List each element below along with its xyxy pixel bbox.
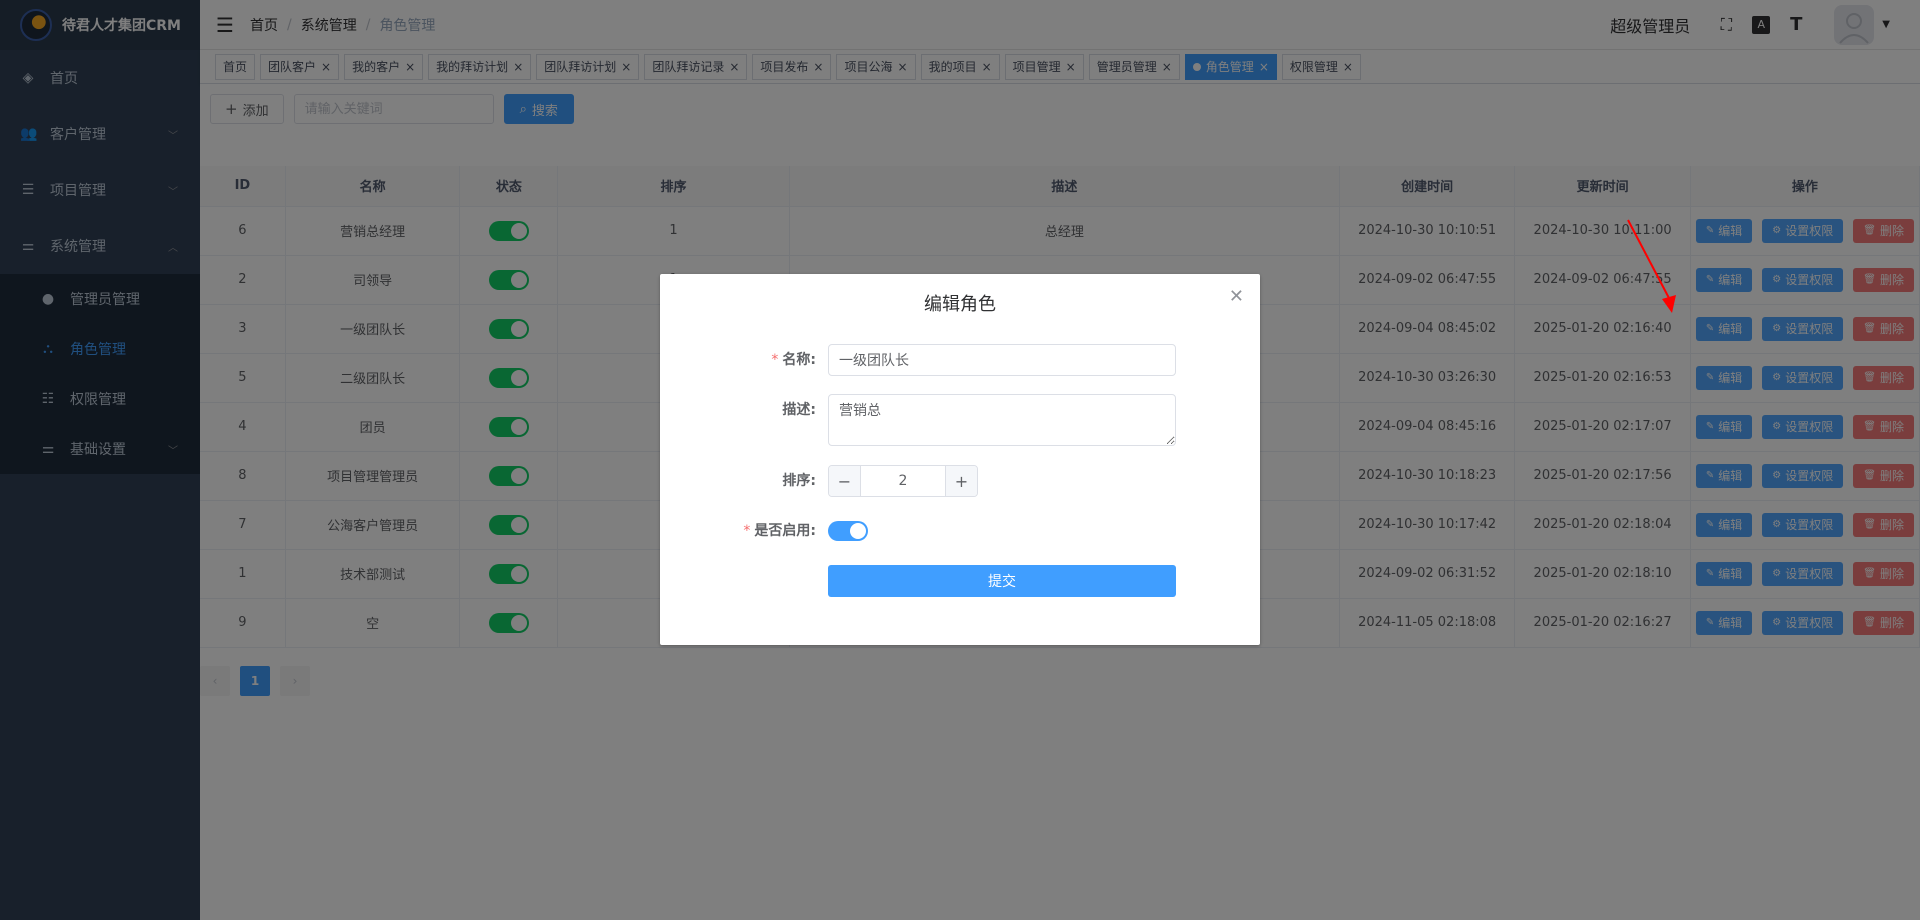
name-label: 名称:	[782, 352, 816, 368]
enabled-label: 是否启用:	[754, 523, 816, 539]
form-label: 排序:	[660, 465, 828, 497]
enabled-toggle[interactable]	[828, 521, 868, 541]
dialog-title: 编辑角色	[924, 294, 996, 315]
form-label: 描述:	[660, 394, 828, 426]
sort-value[interactable]: 2	[861, 466, 945, 496]
edit-role-dialog: 编辑角色 ✕ *名称: 描述: 营销总 排序: − 2 + *是否启用: 提交	[660, 274, 1260, 645]
desc-label: 描述:	[782, 402, 816, 418]
decrement-button[interactable]: −	[829, 466, 861, 496]
required-mark: *	[743, 523, 751, 539]
required-mark: *	[771, 352, 779, 368]
form-row-submit: 提交	[660, 565, 1260, 597]
form-row-enabled: * 是否启用:	[660, 515, 1260, 547]
form-row-desc: 描述: 营销总	[660, 394, 1260, 446]
annotation-arrow-icon	[1627, 219, 1676, 313]
form-label: * 名称:	[660, 344, 828, 376]
close-icon[interactable]: ✕	[1229, 286, 1244, 307]
submit-button[interactable]: 提交	[828, 565, 1176, 597]
form-label: * 是否启用:	[660, 515, 828, 547]
sort-stepper: − 2 +	[828, 465, 978, 497]
form-row-sort: 排序: − 2 +	[660, 465, 1260, 497]
description-field[interactable]: 营销总	[828, 394, 1176, 446]
sort-label: 排序:	[782, 473, 816, 489]
increment-button[interactable]: +	[945, 466, 977, 496]
form-row-name: * 名称:	[660, 344, 1260, 376]
name-field[interactable]	[828, 344, 1176, 376]
